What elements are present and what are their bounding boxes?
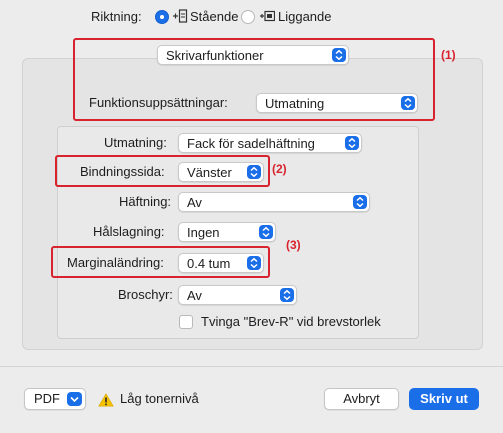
callout-box-1 [73, 38, 435, 121]
staple-label: Häftning: [119, 194, 172, 209]
portrait-radio[interactable] [155, 10, 169, 24]
chevron-updown-icon [259, 225, 273, 239]
booklet-value: Av [187, 288, 202, 303]
punch-value: Ingen [187, 225, 220, 240]
chevron-updown-icon [353, 195, 367, 209]
footer-divider [0, 366, 503, 367]
pdf-menu-button[interactable]: PDF [24, 388, 86, 410]
cancel-button[interactable]: Avbryt [324, 388, 399, 410]
output-popup[interactable]: Fack för sadelhäftning [178, 133, 362, 153]
callout-box-3 [51, 246, 270, 278]
booklet-label: Broschyr: [118, 287, 173, 302]
output-label: Utmatning: [104, 135, 167, 150]
callout-label-2: (2) [272, 162, 287, 176]
warning-icon [98, 393, 114, 407]
low-toner-text: Låg tonernivå [120, 391, 199, 406]
chevron-down-icon [67, 392, 82, 406]
orientation-label: Riktning: [91, 9, 142, 24]
landscape-radio[interactable] [241, 10, 255, 24]
staple-popup[interactable]: Av [178, 192, 370, 212]
callout-label-1: (1) [441, 48, 456, 62]
callout-label-3: (3) [286, 238, 301, 252]
portrait-label[interactable]: Stående [190, 9, 238, 24]
force-letter-checkbox[interactable] [179, 315, 193, 329]
portrait-orientation-icon [172, 9, 188, 23]
output-value: Fack för sadelhäftning [187, 136, 315, 151]
callout-box-2 [55, 155, 270, 187]
landscape-label[interactable]: Liggande [278, 9, 332, 24]
punch-popup[interactable]: Ingen [178, 222, 276, 242]
print-button[interactable]: Skriv ut [409, 388, 479, 410]
chevron-updown-icon [280, 288, 294, 302]
chevron-updown-icon [345, 136, 359, 150]
force-letter-label[interactable]: Tvinga "Brev-R" vid brevstorlek [201, 314, 381, 329]
staple-value: Av [187, 195, 202, 210]
pdf-label: PDF [34, 391, 60, 406]
booklet-popup[interactable]: Av [178, 285, 297, 305]
landscape-orientation-icon [259, 9, 276, 23]
punch-label: Hålslagning: [93, 224, 165, 239]
